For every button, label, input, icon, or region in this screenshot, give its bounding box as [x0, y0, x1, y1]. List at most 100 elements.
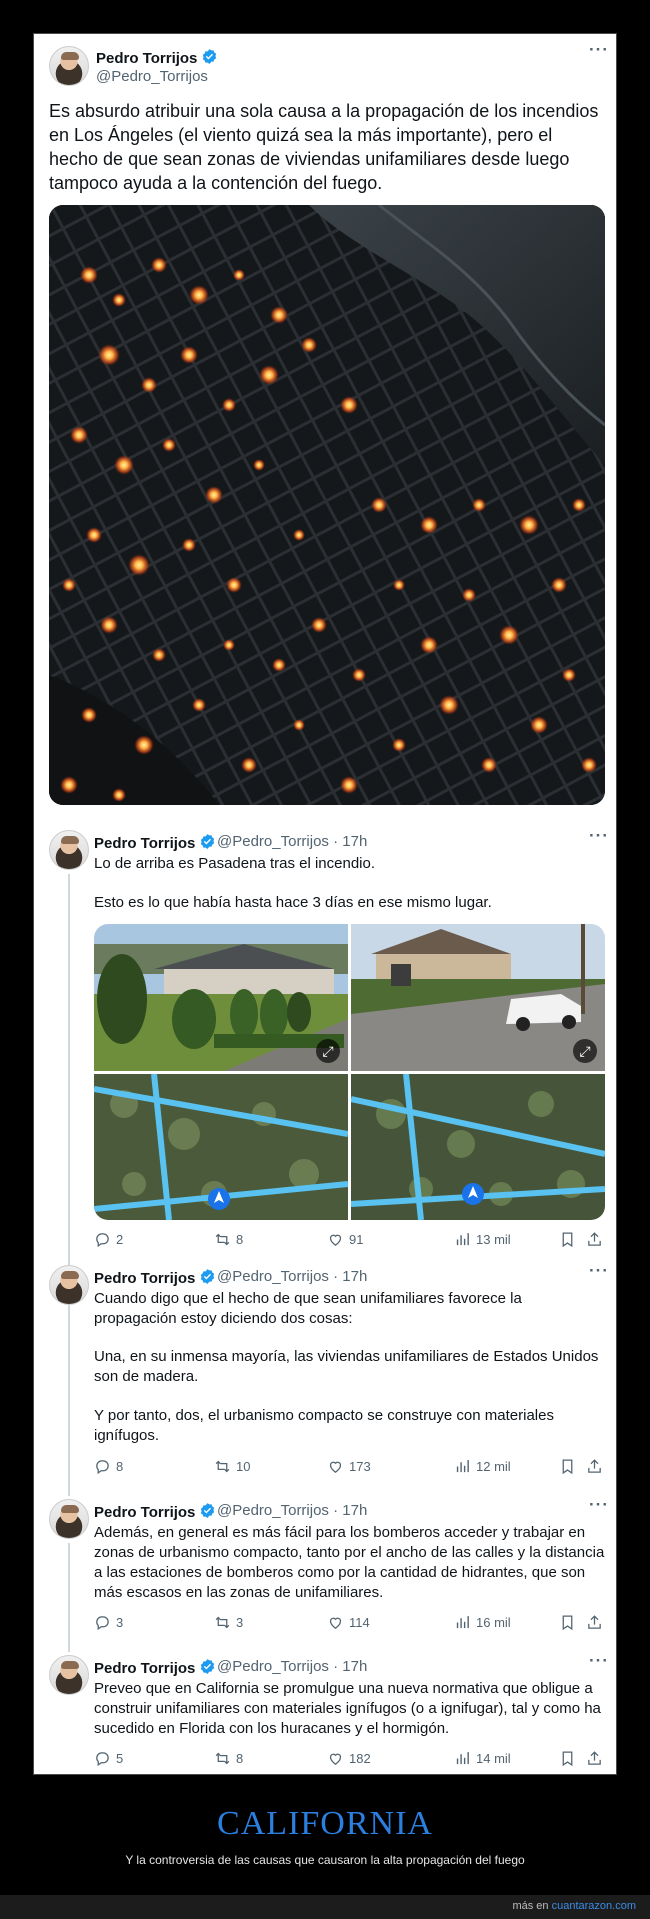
reply-text-line: Una, en su inmensa mayoría, las vivienda…: [94, 1348, 599, 1385]
author-handle-time[interactable]: @Pedro_Torrijos · 17h: [217, 1268, 367, 1285]
share-button[interactable]: [586, 1614, 603, 1631]
like-button[interactable]: 114: [327, 1614, 370, 1631]
more-icon[interactable]: ···: [589, 1651, 609, 1671]
avatar[interactable]: [49, 1499, 89, 1539]
reply-button[interactable]: 2: [94, 1231, 123, 1248]
verified-badge-icon: [201, 1269, 215, 1284]
bookmark-button[interactable]: [559, 1614, 576, 1631]
expand-icon[interactable]: ⤢: [316, 1039, 340, 1063]
satellite-map-right[interactable]: [351, 1074, 605, 1220]
author-handle-time[interactable]: @Pedro_Torrijos · 17h: [217, 1502, 367, 1519]
author-name-text[interactable]: Pedro Torrijos: [94, 1270, 195, 1287]
author-name[interactable]: Pedro Torrijos: [94, 1502, 216, 1521]
share-button[interactable]: [586, 1458, 603, 1475]
author-name[interactable]: Pedro Torrijos: [94, 833, 216, 852]
repost-button[interactable]: 10: [214, 1458, 250, 1475]
more-icon[interactable]: ···: [589, 1495, 609, 1515]
repost-icon: [215, 1752, 230, 1765]
repost-button[interactable]: 8: [214, 1750, 243, 1767]
verified-badge-icon: [201, 1659, 215, 1674]
views-button[interactable]: 14 mil: [454, 1750, 511, 1767]
street-photo-left[interactable]: ⤢: [94, 924, 348, 1071]
like-button[interactable]: 182: [327, 1750, 371, 1767]
satellite-map-image: [351, 1074, 605, 1220]
author-handle-time[interactable]: @Pedro_Torrijos · 17h: [217, 833, 367, 850]
views-button[interactable]: 12 mil: [454, 1458, 511, 1475]
reply-button[interactable]: 5: [94, 1750, 123, 1767]
repost-count: 8: [236, 1232, 244, 1247]
expand-icon[interactable]: ⤢: [573, 1039, 597, 1063]
reply-text-line: Lo de arriba es Pasadena tras el incendi…: [94, 855, 376, 872]
more-icon[interactable]: ···: [589, 1261, 609, 1281]
views-count: 16 mil: [476, 1615, 511, 1630]
more-icon[interactable]: ···: [589, 40, 609, 60]
thread-line: [68, 1543, 70, 1652]
like-button[interactable]: 91: [327, 1231, 363, 1248]
bookmark-button[interactable]: [559, 1458, 576, 1475]
tweet-actions: 5 8 182 14 mil: [94, 1750, 605, 1770]
like-icon: [329, 1617, 342, 1629]
share-icon: [588, 1459, 601, 1473]
author-name[interactable]: Pedro Torrijos: [94, 1268, 216, 1287]
avatar[interactable]: [49, 1655, 89, 1695]
repost-icon: [215, 1616, 230, 1629]
avatar[interactable]: [49, 46, 89, 86]
avatar[interactable]: [49, 1265, 89, 1305]
author-handle-time[interactable]: @Pedro_Torrijos · 17h: [217, 1658, 367, 1675]
verified-badge-icon: [201, 834, 215, 849]
share-icon: [588, 1232, 601, 1246]
reply-icon: [96, 1233, 109, 1248]
like-count: 91: [349, 1232, 364, 1247]
bookmark-icon: [562, 1615, 573, 1631]
like-count: 114: [349, 1615, 370, 1630]
views-button[interactable]: 16 mil: [454, 1614, 511, 1631]
tweet-actions: 8 10 173 12 mil: [94, 1458, 605, 1478]
reply-icon: [96, 1616, 109, 1631]
credit-prefix: más en: [512, 1900, 549, 1912]
repost-button[interactable]: 3: [214, 1614, 243, 1631]
share-button[interactable]: [586, 1231, 603, 1248]
author-name[interactable]: Pedro Torrijos: [94, 1658, 216, 1677]
repost-icon: [215, 1233, 230, 1246]
repost-button[interactable]: 8: [214, 1231, 243, 1248]
author-name-text[interactable]: Pedro Torrijos: [94, 1504, 195, 1521]
author-handle[interactable]: @Pedro_Torrijos: [96, 68, 208, 85]
bookmark-button[interactable]: [559, 1750, 576, 1767]
fire-aerial-photo[interactable]: [49, 205, 605, 805]
bookmark-icon: [562, 1459, 573, 1475]
reply-text-line: Además, en general es más fácil para los…: [94, 1524, 605, 1601]
author-name[interactable]: Pedro Torrijos: [96, 48, 218, 67]
reply-count: 3: [116, 1615, 124, 1630]
views-count: 12 mil: [476, 1459, 511, 1474]
views-button[interactable]: 13 mil: [454, 1231, 511, 1248]
satellite-map-image: [94, 1074, 348, 1220]
reply-count: 8: [116, 1459, 124, 1474]
verified-badge-icon: [203, 49, 217, 64]
street-photos-grid: ⤢ ⤢: [94, 924, 605, 1220]
share-icon: [588, 1615, 601, 1629]
credit-site-link[interactable]: cuantarazon.com: [552, 1900, 636, 1912]
post-title: CALIFORNIA: [217, 1805, 433, 1842]
credit-bar: más en cuantarazon.com: [0, 1895, 650, 1919]
reply-button[interactable]: 8: [94, 1458, 123, 1475]
reply-text-line: Y por tanto, dos, el urbanismo compacto …: [94, 1407, 554, 1444]
bookmark-icon: [562, 1751, 573, 1767]
like-count: 182: [349, 1751, 371, 1766]
thread-line: [68, 1309, 70, 1496]
share-button[interactable]: [586, 1750, 603, 1767]
street-photo-right[interactable]: ⤢: [351, 924, 605, 1071]
tweet-actions: 3 3 114 16 mil: [94, 1614, 605, 1634]
like-button[interactable]: 173: [327, 1458, 371, 1475]
author-name-text[interactable]: Pedro Torrijos: [94, 1660, 195, 1677]
more-icon[interactable]: ···: [589, 826, 609, 846]
site-credit[interactable]: más en cuantarazon.com: [512, 1900, 636, 1912]
author-name-text[interactable]: Pedro Torrijos: [94, 835, 195, 852]
bookmark-button[interactable]: [559, 1231, 576, 1248]
reply-icon: [96, 1460, 109, 1475]
street-photo-image: [94, 924, 348, 1071]
satellite-map-left[interactable]: [94, 1074, 348, 1220]
author-name-text[interactable]: Pedro Torrijos: [96, 50, 197, 67]
avatar[interactable]: [49, 830, 89, 870]
street-photo-image: [351, 924, 605, 1071]
reply-button[interactable]: 3: [94, 1614, 123, 1631]
